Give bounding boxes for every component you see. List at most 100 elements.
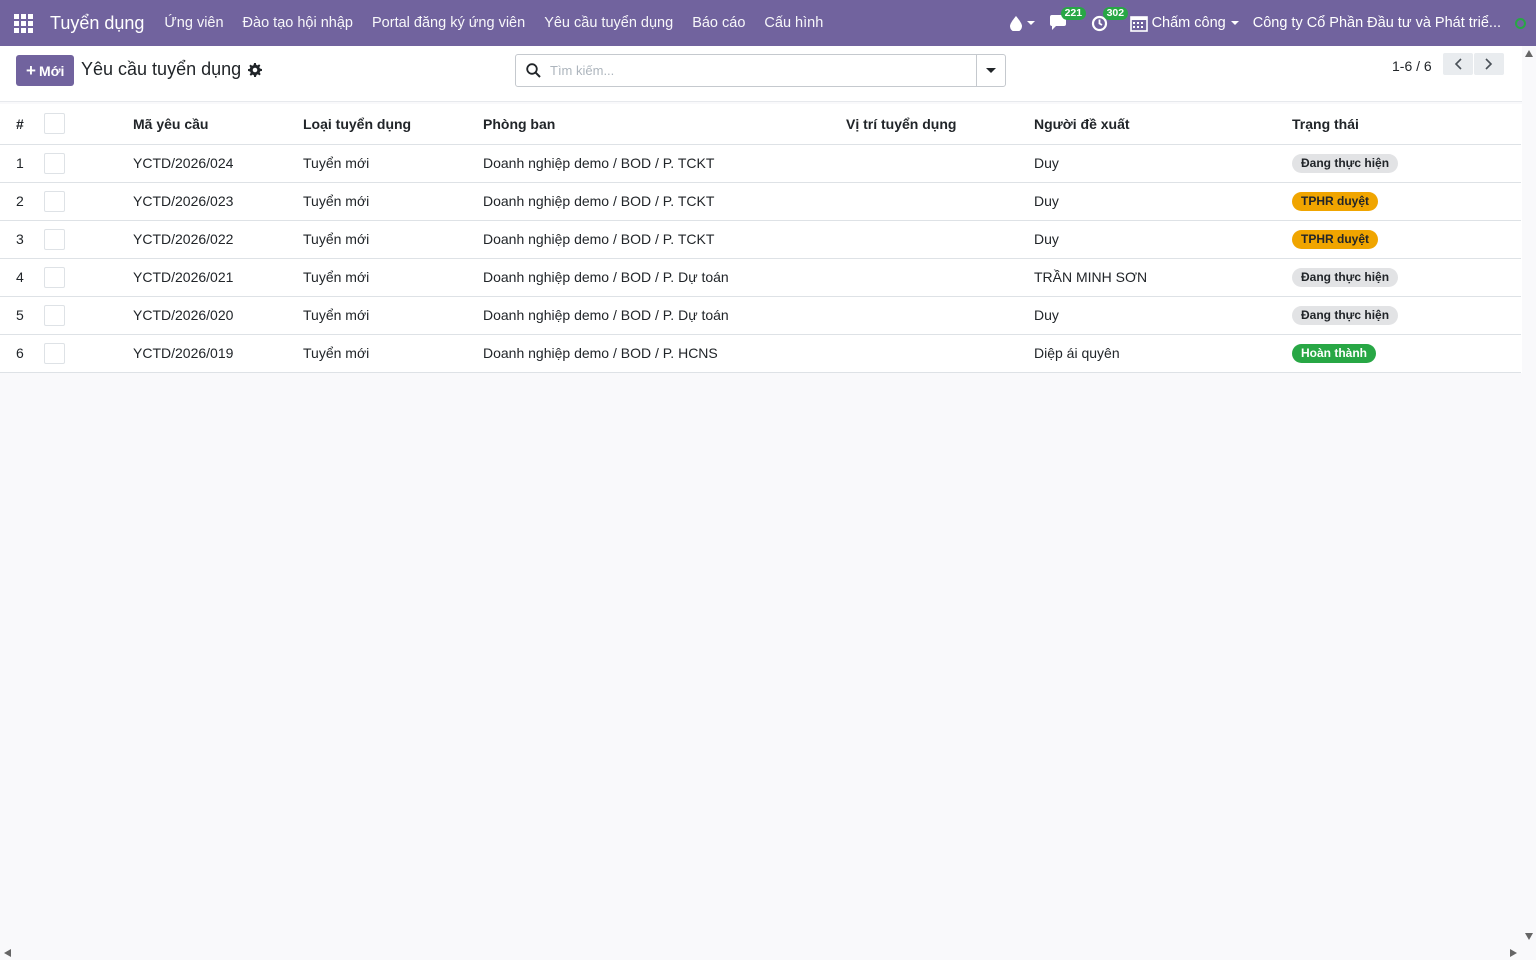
row-select-cell [44, 144, 133, 183]
row-select-cell [44, 182, 133, 221]
proposer: Duy [1034, 144, 1292, 183]
chevron-right-icon [1485, 58, 1493, 70]
column-header-proposer[interactable]: Người đề xuất [1034, 104, 1292, 145]
row-checkbox[interactable] [44, 190, 65, 212]
row-number: 2 [0, 182, 44, 221]
table-row[interactable]: 6 YCTD/2026/019 Tuyển mới Doanh nghiệp demo… [0, 334, 1521, 373]
request-code: YCTD/2026/021 [133, 258, 303, 297]
department: Doanh nghiệp demo / BOD / P. HCNS [483, 334, 846, 373]
proposer: Duy [1034, 182, 1292, 221]
horizontal-scrollbar[interactable] [0, 946, 1522, 960]
row-number: 5 [0, 296, 44, 335]
activities-count-badge: 302 [1102, 6, 1129, 20]
systray: 221 302 Chấm công Công ty Cổ Phần Đầu tư… [1009, 0, 1536, 46]
row-select-cell [44, 220, 133, 259]
main-menu: Ứng viên Đào tạo hội nhập Portal đăng ký… [164, 15, 842, 31]
proposer: Diệp ái quyên [1034, 334, 1292, 373]
table-row[interactable]: 2 YCTD/2026/023 Tuyển mới Doanh nghiệp demo… [0, 182, 1521, 221]
column-header-department[interactable]: Phòng ban [483, 104, 846, 145]
menu-item-config[interactable]: Cấu hình [764, 15, 823, 31]
table-row[interactable]: 3 YCTD/2026/022 Tuyển mới Doanh nghiệp demo… [0, 220, 1521, 259]
row-select-cell [44, 296, 133, 335]
menu-item-portal[interactable]: Portal đăng ký ứng viên [372, 15, 525, 31]
column-header-status[interactable]: Trạng thái [1292, 104, 1521, 145]
department: Doanh nghiệp demo / BOD / P. TCKT [483, 182, 846, 221]
drop-menu[interactable] [1009, 15, 1035, 31]
company-switcher[interactable]: Công ty Cổ Phần Đầu tư và Phát triể... [1253, 15, 1501, 31]
status-badge: Đang thực hiện [1292, 267, 1399, 287]
presence-status-icon [1515, 17, 1526, 29]
department: Doanh nghiệp demo / BOD / P. Dự toán [483, 258, 846, 297]
recruitment-type: Tuyển mới [303, 144, 483, 183]
menu-item-candidates[interactable]: Ứng viên [164, 15, 223, 31]
status-badge: Đang thực hiện [1292, 153, 1399, 173]
search-options-toggle[interactable] [976, 55, 1005, 86]
row-checkbox[interactable] [44, 152, 65, 174]
row-number: 3 [0, 220, 44, 259]
chevron-left-icon [1454, 58, 1462, 70]
proposer: Duy [1034, 220, 1292, 259]
department: Doanh nghiệp demo / BOD / P. TCKT [483, 220, 846, 259]
menu-item-reports[interactable]: Báo cáo [692, 15, 745, 31]
scroll-right-arrow-icon[interactable] [1510, 949, 1517, 957]
page: Tuyển dụng Ứng viên Đào tạo hội nhập Por… [0, 0, 1536, 960]
position [846, 182, 1034, 221]
column-header-number: # [0, 104, 44, 145]
search-input[interactable] [550, 55, 976, 86]
table-row[interactable]: 5 YCTD/2026/020 Tuyển mới Doanh nghiệp demo… [0, 296, 1521, 335]
list-view: # Mã yêu cầu Loại tuyển dụng Phòng ban V… [0, 104, 1522, 373]
messages-menu[interactable]: 221 [1049, 6, 1087, 32]
page-title: Yêu cầu tuyển dụng [81, 59, 242, 79]
drop-icon [1009, 15, 1022, 31]
status-cell: Đang thực hiện [1292, 144, 1521, 183]
request-code: YCTD/2026/024 [133, 144, 303, 183]
pager-previous-button[interactable] [1443, 53, 1473, 75]
select-all-checkbox[interactable] [44, 113, 65, 135]
vertical-scrollbar[interactable] [1522, 46, 1536, 946]
request-code: YCTD/2026/019 [133, 334, 303, 373]
request-code: YCTD/2026/020 [133, 296, 303, 335]
top-navbar: Tuyển dụng Ứng viên Đào tạo hội nhập Por… [0, 0, 1536, 46]
recruitment-type: Tuyển mới [303, 258, 483, 297]
request-code: YCTD/2026/023 [133, 182, 303, 221]
gear-icon[interactable] [248, 62, 263, 77]
apps-menu-icon[interactable] [0, 0, 46, 46]
row-checkbox[interactable] [44, 228, 65, 250]
new-button-label: Mới [38, 62, 65, 79]
row-checkbox[interactable] [44, 342, 65, 364]
position [846, 258, 1034, 297]
column-header-type[interactable]: Loại tuyển dụng [303, 104, 483, 145]
menu-item-requests[interactable]: Yêu cầu tuyển dụng [544, 15, 673, 31]
column-header-code[interactable]: Mã yêu cầu [133, 104, 303, 145]
activities-menu[interactable]: 302 [1091, 6, 1129, 32]
table-row[interactable]: 4 YCTD/2026/021 Tuyển mới Doanh nghiệp demo… [0, 258, 1521, 297]
pager-value[interactable]: 1-6 / 6 [1392, 58, 1432, 74]
status-cell: Hoàn thành [1292, 334, 1521, 373]
calendar-icon [1129, 16, 1148, 32]
column-header-position[interactable]: Vị trí tuyển dụng [846, 104, 1034, 145]
table-row[interactable]: 1 YCTD/2026/024 Tuyển mới Doanh nghiệp demo… [0, 144, 1521, 183]
status-cell: Đang thực hiện [1292, 296, 1521, 335]
position [846, 334, 1034, 373]
row-checkbox[interactable] [44, 304, 65, 326]
row-checkbox[interactable] [44, 266, 65, 288]
scroll-left-arrow-icon[interactable] [4, 949, 11, 957]
app-title[interactable]: Tuyển dụng [50, 13, 144, 34]
menu-item-onboarding[interactable]: Đào tạo hội nhập [243, 15, 353, 31]
records-table: # Mã yêu cầu Loại tuyển dụng Phòng ban V… [0, 104, 1521, 373]
pager-next-button[interactable] [1474, 53, 1504, 75]
recruitment-type: Tuyển mới [303, 220, 483, 259]
chevron-down-icon [1230, 21, 1239, 25]
new-button[interactable]: + Mới [16, 55, 75, 86]
search-bar [515, 54, 1006, 87]
status-cell: Đang thực hiện [1292, 258, 1521, 297]
breadcrumb: Yêu cầu tuyển dụng [81, 59, 263, 80]
row-number: 4 [0, 258, 44, 297]
row-select-cell [44, 334, 133, 373]
scroll-down-arrow-icon[interactable] [1525, 933, 1533, 940]
attendance-menu[interactable]: Chấm công [1129, 14, 1239, 32]
select-all-cell [44, 104, 133, 145]
recruitment-type: Tuyển mới [303, 296, 483, 335]
position [846, 144, 1034, 183]
scroll-up-arrow-icon[interactable] [1525, 50, 1533, 57]
